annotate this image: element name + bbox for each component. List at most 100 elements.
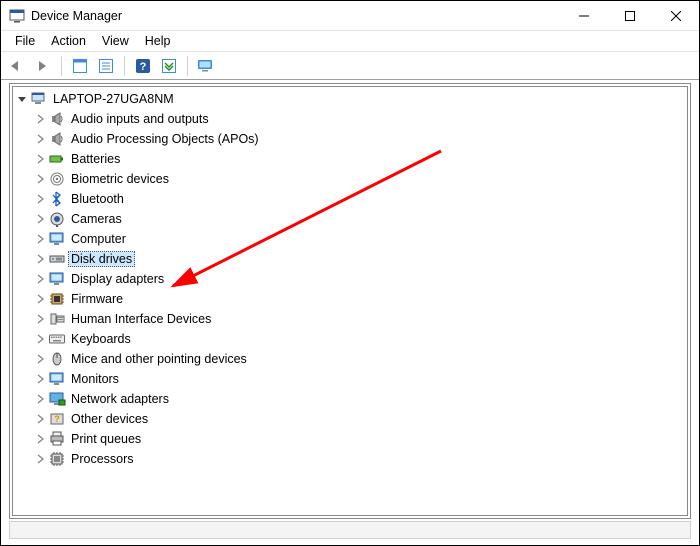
tree-item[interactable]: Computer [15, 229, 687, 249]
chevron-right-icon[interactable] [33, 392, 47, 406]
tree-item[interactable]: Audio Processing Objects (APOs) [15, 129, 687, 149]
tree-item-label: Human Interface Devices [68, 312, 214, 326]
tree-item-label: Computer [68, 232, 129, 246]
tree-item[interactable]: ? Other devices [15, 409, 687, 429]
tree-item[interactable]: Keyboards [15, 329, 687, 349]
camera-icon [48, 210, 66, 228]
other-icon: ? [48, 410, 66, 428]
tree-item[interactable]: Processors [15, 449, 687, 469]
chevron-right-icon[interactable] [33, 212, 47, 226]
content-frame: LAPTOP-27UGA8NM Audio inputs and outputs… [9, 83, 691, 519]
chevron-right-icon[interactable] [33, 252, 47, 266]
tree-item-label: Audio Processing Objects (APOs) [68, 132, 262, 146]
tree-item-label: Network adapters [68, 392, 172, 406]
tree-item[interactable]: Display adapters [15, 269, 687, 289]
chevron-right-icon[interactable] [33, 312, 47, 326]
tree-item[interactable]: Mice and other pointing devices [15, 349, 687, 369]
keyboard-icon [48, 330, 66, 348]
monitor-icon [48, 230, 66, 248]
nav-back-button[interactable] [5, 54, 29, 78]
statusbar [9, 521, 691, 539]
menu-action[interactable]: Action [43, 33, 94, 49]
tree-item[interactable]: Firmware [15, 289, 687, 309]
tree-item[interactable]: Print queues [15, 429, 687, 449]
monitor-button[interactable] [194, 54, 218, 78]
chevron-right-icon[interactable] [33, 112, 47, 126]
chevron-right-icon[interactable] [33, 232, 47, 246]
tree-item-label: Display adapters [68, 272, 167, 286]
tree-item-label: Disk drives [68, 251, 135, 267]
tree-item-label: Keyboards [68, 332, 134, 346]
properties-button[interactable] [94, 54, 118, 78]
tree-item[interactable]: Monitors [15, 369, 687, 389]
chevron-right-icon[interactable] [33, 352, 47, 366]
chevron-right-icon[interactable] [33, 432, 47, 446]
tree-item-label: Biometric devices [68, 172, 172, 186]
tree-item[interactable]: Network adapters [15, 389, 687, 409]
close-button[interactable] [653, 1, 699, 31]
help-button[interactable]: ? [131, 54, 155, 78]
tree-item-label: Processors [68, 452, 137, 466]
svg-text:?: ? [140, 61, 147, 73]
speaker-icon [48, 130, 66, 148]
show-hidden-button[interactable] [68, 54, 92, 78]
titlebar: Device Manager [1, 1, 699, 31]
tree-root-label: LAPTOP-27UGA8NM [50, 92, 177, 106]
disk-icon [48, 250, 66, 268]
tree-item[interactable]: Batteries [15, 149, 687, 169]
tree-item-label: Print queues [68, 432, 144, 446]
chevron-right-icon[interactable] [33, 192, 47, 206]
menubar: File Action View Help [1, 31, 699, 51]
toolbar: ? [1, 51, 699, 80]
chip-icon [48, 290, 66, 308]
menu-file[interactable]: File [7, 33, 43, 49]
tree-item-label: Bluetooth [68, 192, 127, 206]
chevron-right-icon[interactable] [33, 292, 47, 306]
chevron-right-icon[interactable] [33, 372, 47, 386]
printer-icon [48, 430, 66, 448]
bluetooth-icon [48, 190, 66, 208]
mouse-icon [48, 350, 66, 368]
menu-help[interactable]: Help [137, 33, 179, 49]
chevron-down-icon[interactable] [15, 92, 29, 106]
tree-item-label: Other devices [68, 412, 151, 426]
tree-item-label: Mice and other pointing devices [68, 352, 250, 366]
chevron-right-icon[interactable] [33, 132, 47, 146]
chevron-right-icon[interactable] [33, 332, 47, 346]
cpu-icon [48, 450, 66, 468]
network-icon [48, 390, 66, 408]
nav-forward-button[interactable] [31, 54, 55, 78]
app-icon [9, 8, 25, 24]
tree-item[interactable]: Biometric devices [15, 169, 687, 189]
speaker-icon [48, 110, 66, 128]
tree-item-label: Cameras [68, 212, 125, 226]
hid-icon [48, 310, 66, 328]
tree-root-node[interactable]: LAPTOP-27UGA8NM [15, 89, 687, 109]
fingerprint-icon [48, 170, 66, 188]
svg-text:?: ? [54, 414, 60, 424]
tree-item-label: Monitors [68, 372, 122, 386]
menu-view[interactable]: View [94, 33, 137, 49]
window-title: Device Manager [31, 9, 122, 23]
tree-item[interactable]: Audio inputs and outputs [15, 109, 687, 129]
computer-icon [30, 90, 48, 108]
maximize-button[interactable] [607, 1, 653, 31]
battery-icon [48, 150, 66, 168]
chevron-right-icon[interactable] [33, 412, 47, 426]
tree-item[interactable]: Bluetooth [15, 189, 687, 209]
tree-item-label: Firmware [68, 292, 126, 306]
chevron-right-icon[interactable] [33, 452, 47, 466]
tree-item-label: Batteries [68, 152, 123, 166]
tree-item[interactable]: Disk drives [15, 249, 687, 269]
tree-item[interactable]: Human Interface Devices [15, 309, 687, 329]
chevron-right-icon[interactable] [33, 172, 47, 186]
monitor-icon [48, 270, 66, 288]
tree-item[interactable]: Cameras [15, 209, 687, 229]
tree-item-label: Audio inputs and outputs [68, 112, 212, 126]
minimize-button[interactable] [561, 1, 607, 31]
chevron-right-icon[interactable] [33, 152, 47, 166]
scan-button[interactable] [157, 54, 181, 78]
device-tree[interactable]: LAPTOP-27UGA8NM Audio inputs and outputs… [12, 86, 688, 516]
monitor-icon [48, 370, 66, 388]
chevron-right-icon[interactable] [33, 272, 47, 286]
